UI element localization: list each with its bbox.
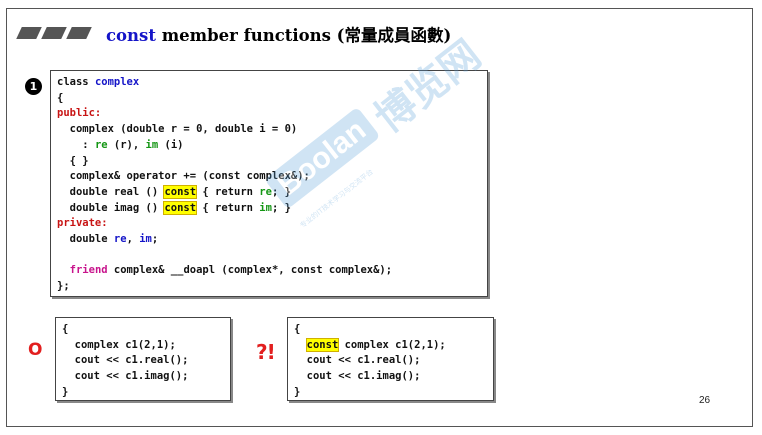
code-token: complex& __doapl (complex*, const comple… — [107, 264, 393, 277]
code-token: cout << c1.real(); — [62, 354, 189, 367]
code-token: double — [57, 233, 114, 246]
code-token: : — [57, 138, 95, 151]
code-token: (i) — [158, 138, 184, 151]
code-token: ; — [151, 233, 159, 246]
code-line: } — [62, 386, 68, 398]
code-token: cout << c1.imag(); — [62, 370, 189, 383]
highlighted-const-token: const — [163, 184, 198, 199]
code-token: { — [294, 323, 301, 335]
code-token: complex (double r = 0, double i = 0) — [57, 123, 298, 136]
code-line: double imag () const { return im; } — [57, 200, 291, 215]
usage-code-nonconst: { complex c1(2,1); cout << c1.real(); co… — [62, 322, 224, 401]
access-specifier-token: private: — [57, 217, 108, 230]
code-token: ; } — [271, 185, 291, 198]
code-token: cout << c1.imag(); — [294, 370, 421, 383]
decoration-bar — [16, 27, 42, 39]
code-line: double real () const { return re; } — [57, 184, 291, 199]
decoration-bar — [41, 27, 67, 39]
code-line: cout << c1.imag(); — [294, 370, 421, 383]
code-token: , — [126, 233, 140, 246]
keyword-token: im — [139, 233, 152, 246]
code-token: cout << c1.real(); — [294, 354, 421, 367]
keyword-token: re — [113, 233, 127, 246]
code-line: public: — [57, 107, 101, 119]
code-token: }; — [57, 280, 70, 293]
code-line: { — [62, 323, 68, 335]
highlighted-const-token: const — [163, 200, 198, 215]
code-line: } — [294, 386, 300, 398]
usage-code-const: { const complex c1(2,1); cout << c1.real… — [294, 322, 487, 401]
code-line: complex (double r = 0, double i = 0) — [57, 123, 298, 136]
title-decoration-bars — [16, 27, 92, 39]
highlighted-const-token: const — [305, 337, 340, 352]
code-token: { return — [196, 185, 260, 198]
member-token: im — [259, 201, 272, 214]
code-token: complex c1(2,1); — [62, 338, 176, 351]
slide-title: const member functions (常量成員函數) — [106, 22, 451, 46]
code-token: complex& operator += (const complex&); — [57, 170, 310, 183]
code-line: class complex — [57, 76, 139, 88]
usage-code-box-const: { const complex c1(2,1); cout << c1.real… — [287, 317, 494, 401]
code-line: friend complex& __doapl (complex*, const… — [57, 264, 392, 276]
code-token: } — [62, 385, 69, 398]
code-line: : re (r), im (i) — [57, 139, 183, 151]
code-line: complex& operator += (const complex&); — [57, 170, 310, 182]
keyword-token: complex — [94, 76, 140, 88]
code-token: { — [62, 323, 69, 335]
code-line: cout << c1.real(); — [62, 354, 189, 367]
code-line: { } — [57, 155, 89, 167]
member-token: im — [145, 138, 159, 151]
friend-keyword-token: friend — [69, 264, 108, 277]
access-specifier-token: public: — [57, 107, 102, 120]
ok-mark: O — [28, 340, 43, 360]
member-token: re — [94, 138, 108, 151]
code-token: double imag () — [57, 201, 165, 214]
code-token: { — [57, 91, 64, 104]
class-definition-code: class complex { public: complex (double … — [57, 75, 481, 295]
question-mark: ?! — [256, 340, 276, 364]
code-line: complex c1(2,1); — [62, 339, 176, 351]
code-token: (r), — [107, 138, 146, 151]
code-token: { } — [57, 154, 89, 167]
code-token: { return — [196, 201, 260, 214]
code-line: const complex c1(2,1); — [294, 337, 446, 352]
code-line: }; — [57, 280, 70, 292]
code-line: { — [294, 323, 300, 335]
decoration-bar — [66, 27, 92, 39]
title-text: member functions (常量成員函數) — [155, 26, 452, 45]
code-line: cout << c1.imag(); — [62, 370, 189, 383]
code-token: complex c1(2,1); — [338, 338, 446, 351]
code-line: { — [57, 92, 63, 104]
code-token: ; } — [271, 201, 291, 214]
code-token: } — [294, 385, 301, 398]
code-line: private: — [57, 217, 108, 229]
title-keyword: const — [106, 26, 156, 45]
member-token: re — [259, 185, 272, 198]
class-definition-code-box: class complex { public: complex (double … — [50, 70, 488, 297]
page-number: 26 — [699, 395, 711, 406]
step-badge: 1 — [25, 78, 42, 95]
code-token: double real () — [57, 185, 165, 198]
usage-code-box-nonconst: { complex c1(2,1); cout << c1.real(); co… — [55, 317, 231, 401]
code-token: class — [57, 76, 95, 88]
code-line: cout << c1.real(); — [294, 354, 421, 367]
code-line: double re, im; — [57, 233, 159, 246]
